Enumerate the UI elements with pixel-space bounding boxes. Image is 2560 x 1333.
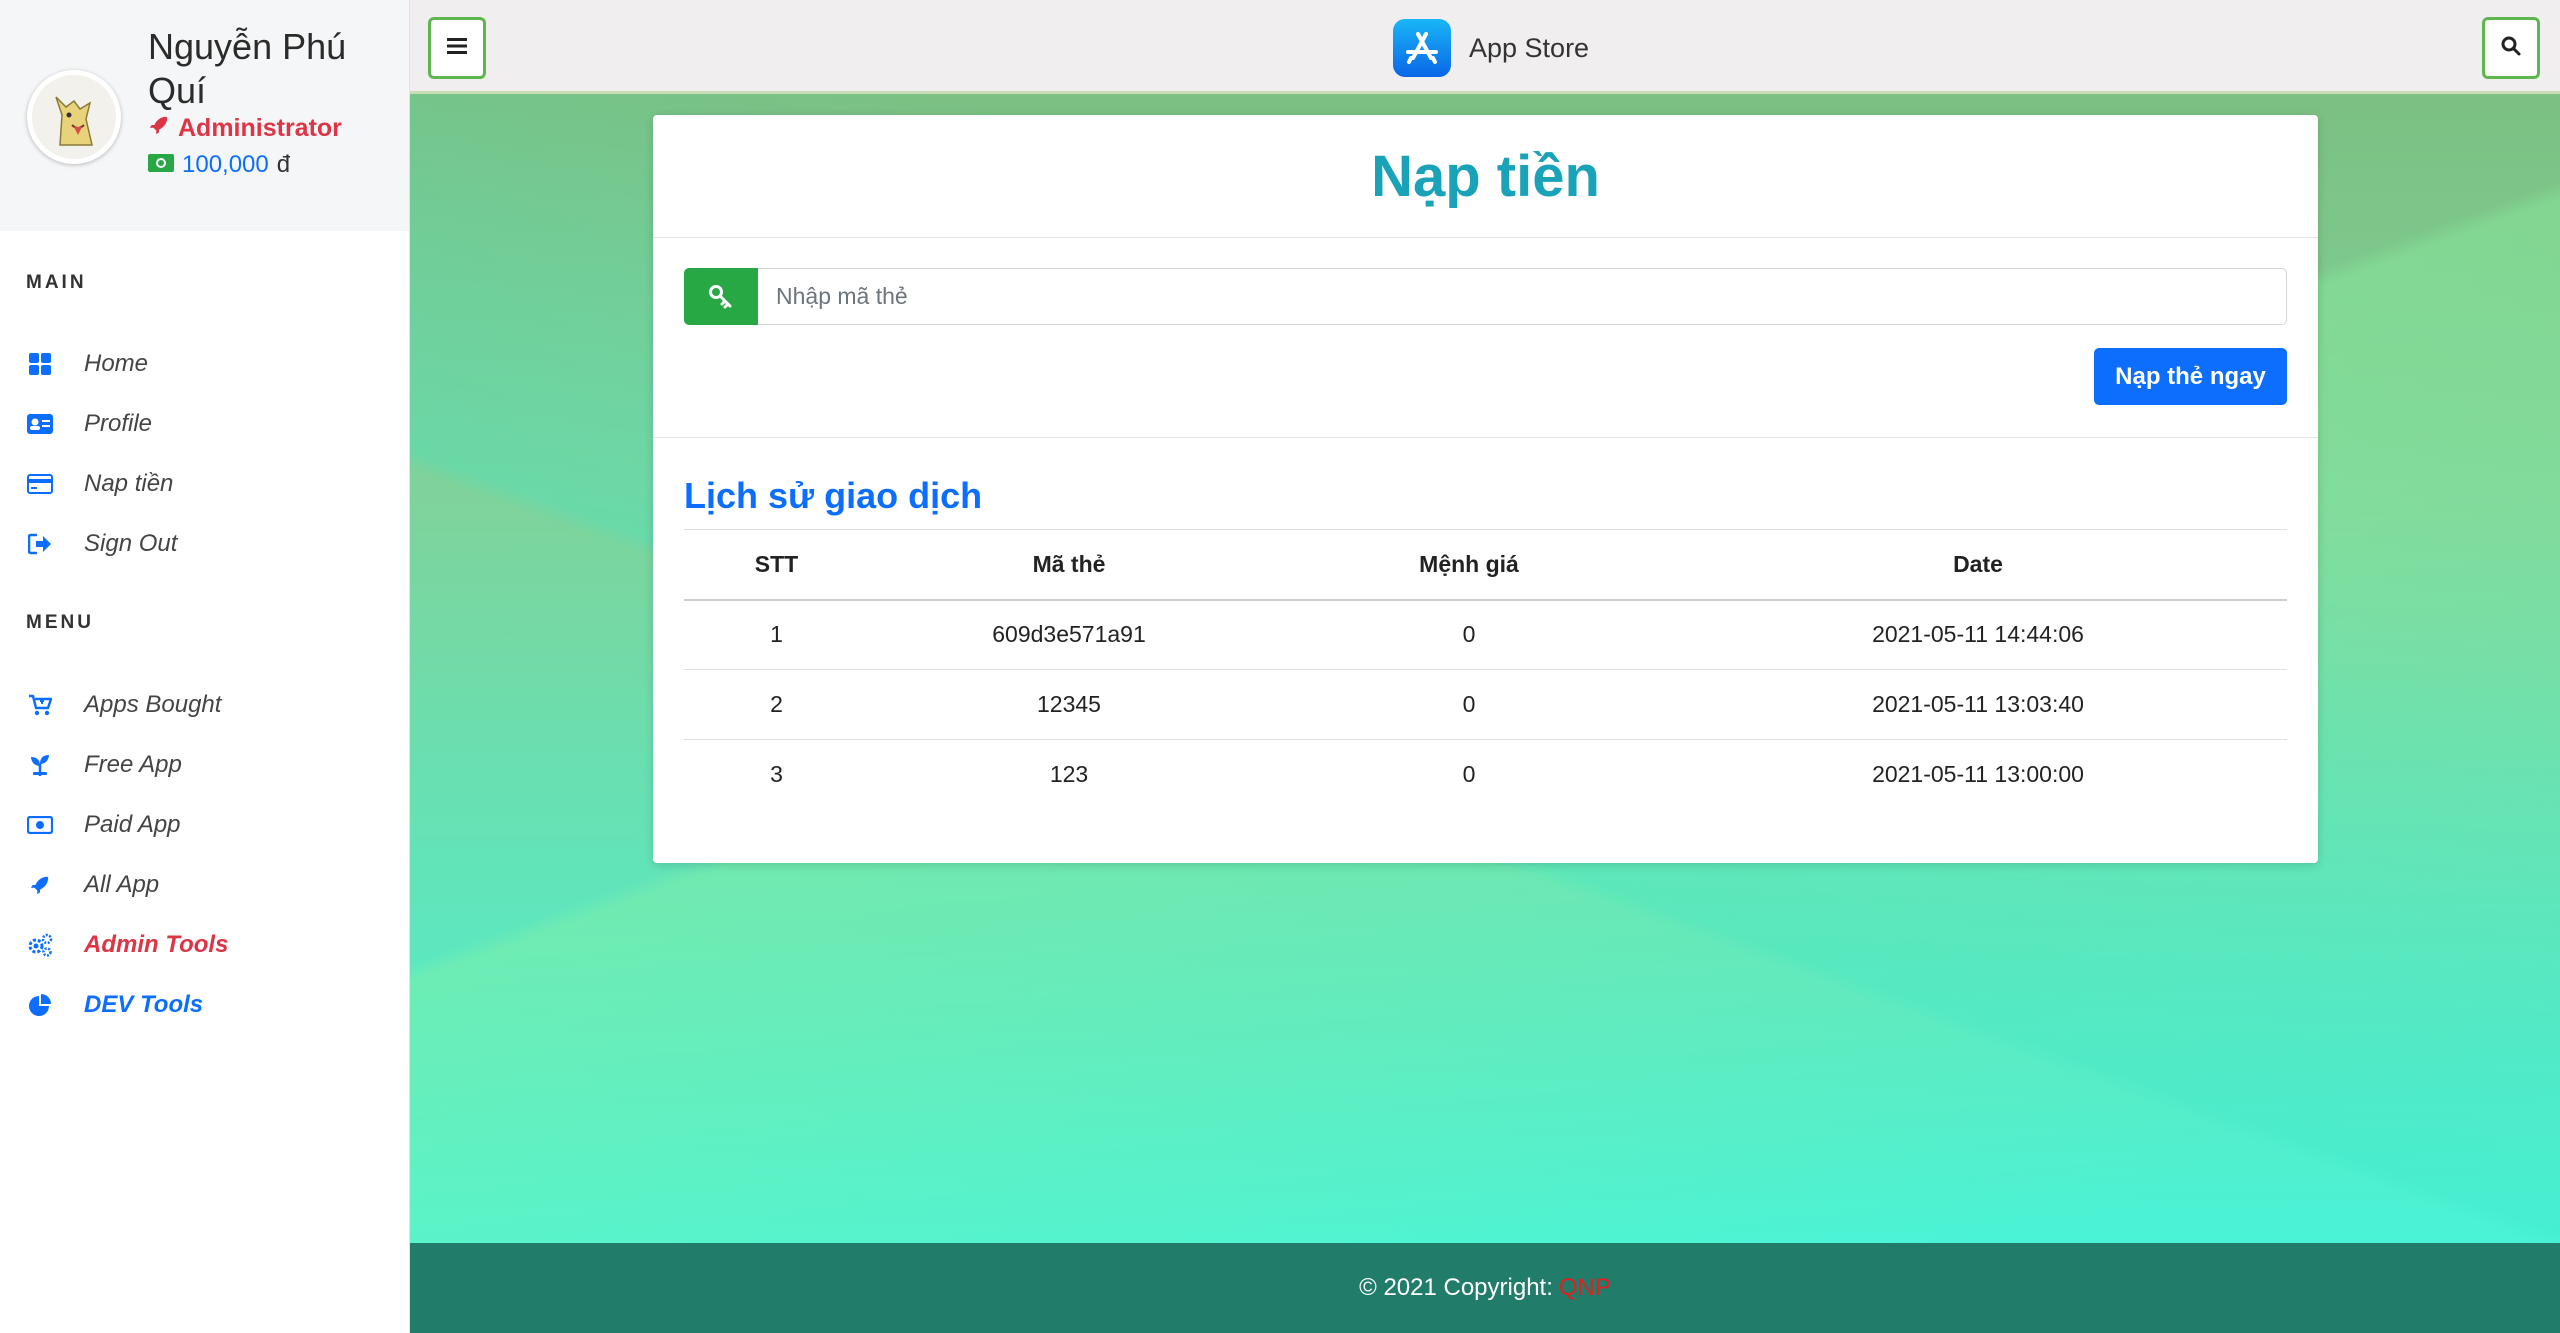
- grid-icon: [26, 350, 54, 378]
- avatar: [27, 70, 121, 164]
- money-bill-icon: [26, 811, 54, 839]
- footer-copyright: © 2021 Copyright:: [1359, 1274, 1553, 1301]
- history-table: STT Mã thẻ Mệnh giá Date 1 609d3e571a91 …: [684, 529, 2287, 810]
- balance-amount: 100,000: [182, 151, 269, 178]
- search-button[interactable]: [2482, 17, 2540, 79]
- page-title: Nạp tiền: [653, 115, 2318, 238]
- sidebar-item-home[interactable]: Home: [26, 344, 148, 384]
- sidebar-item-all-app[interactable]: All App: [26, 865, 159, 905]
- card-code-input-group: [684, 268, 2287, 325]
- sidebar-item-nap-tien[interactable]: Nap tiền: [26, 464, 173, 504]
- sidebar-item-label: Home: [84, 350, 149, 377]
- cell-date: 2021-05-11 13:03:40: [1669, 669, 2287, 740]
- money-bill-icon: [148, 151, 174, 179]
- sidebar-item-admin-tools[interactable]: Admin Tools: [26, 925, 228, 965]
- sidebar-item-label: Apps Bought: [84, 691, 222, 718]
- sidebar-item-label: Paid App: [84, 811, 181, 838]
- user-role-label: Administrator: [178, 114, 342, 142]
- column-header-date: Date: [1669, 529, 2287, 601]
- table-row: 3 123 0 2021-05-11 13:00:00: [684, 740, 2287, 810]
- user-role: Administrator: [148, 114, 342, 143]
- sidebar-item-dev-tools[interactable]: DEV Tools: [26, 985, 203, 1025]
- menu-toggle-button[interactable]: [428, 17, 486, 79]
- sidebar-item-label: Profile: [84, 410, 153, 437]
- rocket-icon: [26, 871, 54, 899]
- cell-card-code: 12345: [869, 669, 1269, 740]
- app-store-logo-icon: [1393, 19, 1451, 77]
- credit-card-icon: [26, 470, 54, 498]
- sidebar-item-label: All App: [84, 871, 160, 898]
- sidebar-item-paid-app[interactable]: Paid App: [26, 805, 181, 845]
- footer: © 2021 Copyright: QNP: [410, 1243, 2560, 1333]
- cell-stt: 2: [684, 669, 869, 740]
- topbar: App Store: [410, 0, 2560, 94]
- sign-out-icon: [26, 530, 54, 558]
- sidebar: Nguyễn Phú Quí Administrator 100,000 đ M…: [0, 0, 410, 1333]
- column-header-card-code: Mã thẻ: [869, 529, 1269, 601]
- table-row: 2 12345 0 2021-05-11 13:03:40: [684, 669, 2287, 740]
- sidebar-item-label: DEV Tools: [84, 991, 204, 1018]
- topup-submit-button[interactable]: Nạp thẻ ngay: [2094, 348, 2287, 405]
- sidebar-item-sign-out[interactable]: Sign Out: [26, 524, 177, 564]
- brand-title: App Store: [1469, 32, 1590, 63]
- cell-value: 0: [1269, 669, 1669, 740]
- section-heading-menu: MENU: [26, 612, 94, 633]
- main-content: Nạp tiền Nạp thẻ ngay Lịch sử giao dịch …: [410, 94, 2560, 1243]
- hamburger-icon: [447, 37, 467, 60]
- cell-value: 0: [1462, 761, 1476, 788]
- user-name: Nguyễn Phú Quí: [148, 26, 347, 111]
- brand[interactable]: App Store: [1393, 19, 1589, 77]
- cell-card-code: 609d3e571a91: [869, 599, 1269, 670]
- rocket-icon: [148, 114, 170, 143]
- table-header-row: STT Mã thẻ Mệnh giá Date: [684, 529, 2287, 601]
- table-row: 1 609d3e571a91 0 2021-05-11 14:44:06: [684, 599, 2287, 670]
- sidebar-item-label: Free App: [84, 751, 182, 778]
- sidebar-item-profile[interactable]: Profile: [26, 404, 152, 444]
- column-header-value: Mệnh giá: [1269, 529, 1669, 601]
- topup-card: Nạp tiền Nạp thẻ ngay Lịch sử giao dịch …: [653, 115, 2318, 863]
- section-heading-main: MAIN: [26, 272, 87, 293]
- footer-brand-link[interactable]: QNP: [1559, 1274, 1611, 1302]
- id-card-icon: [26, 410, 54, 438]
- cell-card-code: 123: [1049, 761, 1089, 788]
- sidebar-item-free-app[interactable]: Free App: [26, 745, 182, 785]
- cell-date: 2021-05-11 14:44:06: [1669, 599, 2287, 670]
- user-panel: Nguyễn Phú Quí Administrator 100,000 đ: [0, 0, 409, 231]
- sidebar-item-label: Nap tiền: [84, 470, 174, 497]
- divider: [653, 437, 2318, 438]
- cogs-icon: [26, 931, 54, 959]
- column-header-stt: STT: [684, 529, 869, 601]
- seedling-icon: [26, 751, 54, 779]
- sidebar-item-apps-bought[interactable]: Apps Bought: [26, 685, 221, 725]
- search-icon: [2501, 36, 2521, 61]
- balance-currency: đ: [276, 151, 291, 178]
- sidebar-item-label: Sign Out: [84, 530, 178, 557]
- cell-stt: 1: [684, 599, 869, 670]
- cell-value: 0: [1269, 599, 1669, 670]
- card-code-input[interactable]: [758, 268, 2287, 325]
- key-icon: [684, 268, 758, 325]
- cart-icon: [26, 691, 54, 719]
- cell-stt: 3: [770, 761, 783, 788]
- pie-chart-icon: [26, 991, 54, 1019]
- sidebar-item-label: Admin Tools: [84, 931, 229, 958]
- history-title: Lịch sử giao dịch: [684, 475, 983, 516]
- cell-date: 2021-05-11 13:00:00: [1872, 761, 2084, 788]
- user-balance: 100,000 đ: [148, 151, 290, 179]
